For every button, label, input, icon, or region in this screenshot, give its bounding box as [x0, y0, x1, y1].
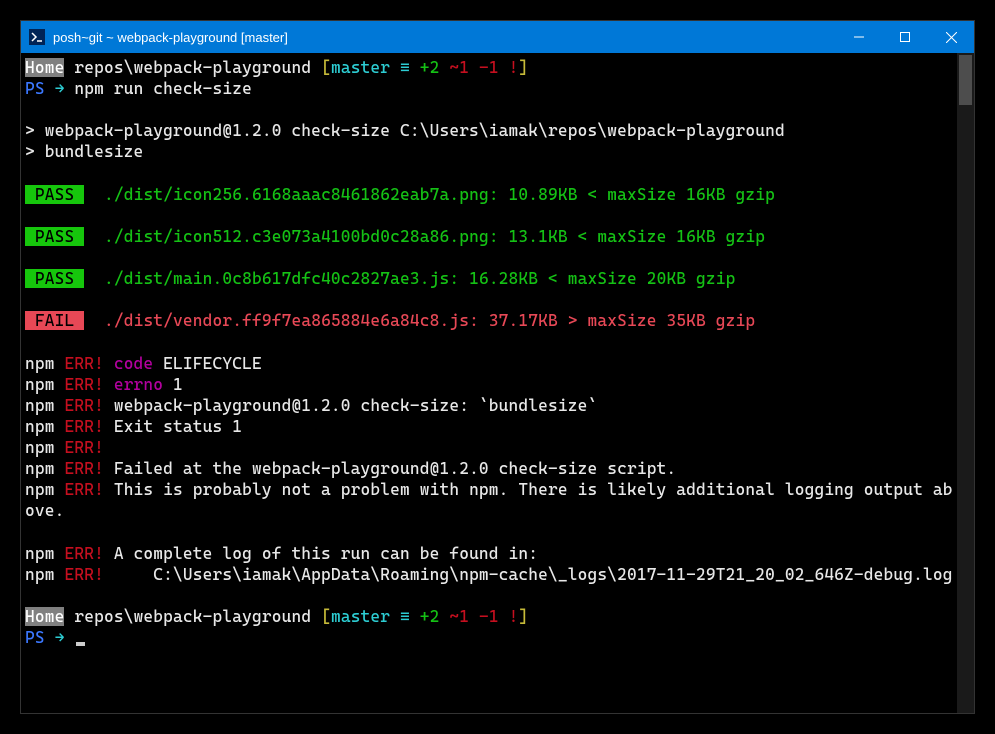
result-row: PASS ./dist/icon256.6168aaac8461862eab7a…	[25, 185, 775, 204]
result-file: ./dist/icon512.c3e073a4100bd0c28a86.png:…	[104, 227, 765, 246]
git-branch: master	[331, 58, 390, 77]
git-plus: +2	[410, 607, 440, 626]
git-minus: -1	[469, 58, 499, 77]
arrow-icon: →	[45, 79, 75, 98]
git-plus: +2	[410, 58, 440, 77]
git-bang: !	[499, 58, 519, 77]
home-badge: Home	[25, 607, 64, 626]
status-badge: PASS	[25, 269, 84, 288]
git-bang: !	[499, 607, 519, 626]
cwd-path: repos\webpack-playground	[74, 58, 311, 77]
npm-error-line: npm ERR!	[25, 438, 104, 457]
result-row: PASS ./dist/icon512.c3e073a4100bd0c28a86…	[25, 227, 765, 246]
maximize-button[interactable]	[882, 21, 928, 53]
result-file: ./dist/main.0c8b617dfc40c2827ae3.js: 16.…	[104, 269, 736, 288]
ps-label: PS	[25, 79, 45, 98]
terminal-body[interactable]: Home repos\webpack-playground [master ≡ …	[21, 53, 974, 713]
cwd-path: repos\webpack-playground	[74, 607, 311, 626]
scrollbar-thumb[interactable]	[959, 55, 972, 105]
ps-prompt-empty: PS →	[25, 628, 85, 647]
git-minus: -1	[469, 607, 499, 626]
branch-close: ]	[519, 58, 529, 77]
command: npm run check-size	[74, 79, 252, 98]
git-branch: master	[331, 607, 390, 626]
git-tilde: ~1	[440, 607, 470, 626]
branch-close: ]	[519, 607, 529, 626]
git-tilde: ~1	[440, 58, 470, 77]
npm-output-header2: > bundlesize	[25, 142, 143, 161]
result-file: ./dist/vendor.ff9f7ea865884e6a84c8.js: 3…	[104, 311, 755, 330]
result-row: FAIL ./dist/vendor.ff9f7ea865884e6a84c8.…	[25, 311, 755, 330]
npm-error-line: npm ERR! errno 1	[25, 375, 183, 394]
arrow-icon: →	[45, 628, 75, 647]
terminal-window: posh~git ~ webpack-playground [master] H…	[20, 20, 975, 714]
npm-error-line: npm ERR! C:\Users\iamak\AppData\Roaming\…	[25, 565, 953, 584]
branch-open: [	[321, 607, 331, 626]
titlebar[interactable]: posh~git ~ webpack-playground [master]	[21, 21, 974, 53]
prompt-line-2: Home repos\webpack-playground [master ≡ …	[25, 607, 528, 626]
npm-error-line: npm ERR! webpack-playground@1.2.0 check-…	[25, 396, 597, 415]
app-icon	[29, 29, 45, 45]
npm-output-header1: > webpack-playground@1.2.0 check-size C:…	[25, 121, 785, 140]
ps-label: PS	[25, 628, 45, 647]
npm-error-line: npm ERR! Failed at the webpack-playgroun…	[25, 459, 676, 478]
git-equiv: ≡	[390, 607, 410, 626]
cursor	[76, 642, 85, 646]
git-equiv: ≡	[390, 58, 410, 77]
window-controls	[836, 21, 974, 53]
npm-error-line: npm ERR! code ELIFECYCLE	[25, 354, 262, 373]
status-badge: FAIL	[25, 311, 84, 330]
status-badge: PASS	[25, 185, 84, 204]
npm-error-line: npm ERR! This is probably not a problem …	[25, 480, 953, 520]
scrollbar[interactable]	[957, 53, 974, 713]
npm-error-line: npm ERR! Exit status 1	[25, 417, 242, 436]
npm-error-line: npm ERR! A complete log of this run can …	[25, 544, 538, 563]
close-button[interactable]	[928, 21, 974, 53]
ps-prompt: PS → npm run check-size	[25, 79, 252, 98]
result-file: ./dist/icon256.6168aaac8461862eab7a.png:…	[104, 185, 775, 204]
terminal-content: Home repos\webpack-playground [master ≡ …	[25, 57, 974, 648]
result-row: PASS ./dist/main.0c8b617dfc40c2827ae3.js…	[25, 269, 736, 288]
prompt-line-1: Home repos\webpack-playground [master ≡ …	[25, 58, 528, 77]
branch-open: [	[321, 58, 331, 77]
status-badge: PASS	[25, 227, 84, 246]
window-title: posh~git ~ webpack-playground [master]	[53, 30, 836, 45]
minimize-button[interactable]	[836, 21, 882, 53]
home-badge: Home	[25, 58, 64, 77]
